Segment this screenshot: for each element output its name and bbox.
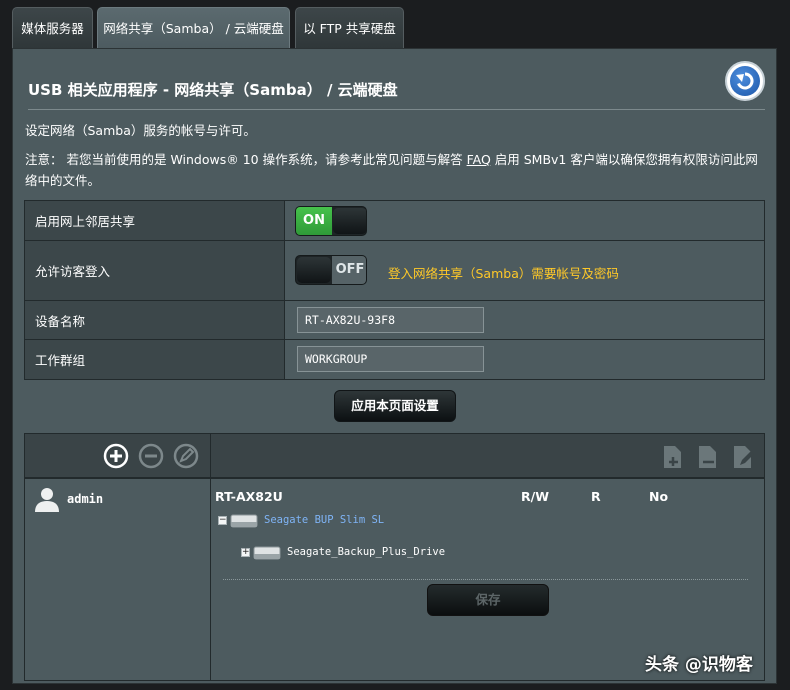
watermark-text: 头条 @识物客 <box>645 655 753 675</box>
device-name-label: 设备名称 <box>25 301 285 339</box>
network-neighborhood-label: 启用网上邻居共享 <box>25 201 285 240</box>
apply-button[interactable]: 应用本页面设置 <box>334 390 456 422</box>
device-name-header: RT-AX82U <box>215 489 283 504</box>
main-panel: USB 相关应用程序 - 网络共享（Samba） / 云端硬盘 设定网络（Sam… <box>12 48 777 684</box>
tab-samba[interactable]: 网络共享（Samba） / 云端硬盘 <box>97 7 290 48</box>
guest-login-label: 允许访客登入 <box>25 241 285 300</box>
expand-icon[interactable]: + <box>241 547 250 557</box>
network-neighborhood-toggle[interactable]: ON <box>295 206 367 236</box>
faq-link[interactable]: FAQ <box>467 152 491 167</box>
title-divider <box>28 109 765 110</box>
row-workgroup: 工作群组 WORKGROUP <box>25 340 764 379</box>
row-network-neighborhood: 启用网上邻居共享 ON <box>25 201 764 241</box>
dotted-divider <box>223 579 748 580</box>
page-title: USB 相关应用程序 - 网络共享（Samba） / 云端硬盘 <box>28 81 398 99</box>
page-description: 设定网络（Samba）服务的帐号与许可。 <box>25 123 256 138</box>
edit-icon[interactable] <box>173 443 199 469</box>
drive-icon <box>253 546 281 560</box>
column-divider <box>210 434 211 680</box>
share-panel: admin RT-AX82U R/W R No − Seagate BUP Sl… <box>24 433 765 681</box>
row-guest-login: 允许访客登入 OFF 登入网络共享（Samba）需要帐号及密码 <box>25 241 764 301</box>
toggle-off-label: OFF <box>332 256 366 284</box>
row-device-name: 设备名称 RT-AX82U-93F8 <box>25 301 764 340</box>
workgroup-input[interactable]: WORKGROUP <box>297 346 484 372</box>
guest-login-toggle[interactable]: OFF <box>295 255 367 285</box>
toggle-knob <box>297 257 331 283</box>
add-icon[interactable] <box>103 443 129 469</box>
tab-bar: 媒体服务器 网络共享（Samba） / 云端硬盘 以 FTP 共享硬盘 <box>0 0 790 48</box>
drive-name: Seagate BUP Slim SL <box>264 514 385 526</box>
drive-icon <box>230 514 258 528</box>
windows-note: 注意： 若您当前使用的是 Windows® 10 操作系统，请参考此常见问题与解… <box>25 149 770 191</box>
toggle-knob <box>333 208 366 234</box>
back-arrow-icon <box>730 66 760 96</box>
column-rw: R/W <box>521 489 549 504</box>
collapse-icon[interactable]: − <box>218 515 227 525</box>
share-toolbar <box>25 434 764 479</box>
workgroup-label: 工作群组 <box>25 340 285 379</box>
delete-folder-icon[interactable] <box>697 445 719 473</box>
device-name-input[interactable]: RT-AX82U-93F8 <box>297 307 484 333</box>
add-folder-icon[interactable] <box>662 445 684 473</box>
folder-name: Seagate_Backup_Plus_Drive <box>287 546 446 558</box>
tab-ftp[interactable]: 以 FTP 共享硬盘 <box>295 7 404 48</box>
column-r: R <box>591 489 601 504</box>
user-avatar-icon <box>35 488 59 512</box>
folder-item[interactable]: + Seagate_Backup_Plus_Drive <box>241 544 445 560</box>
user-item-admin[interactable]: admin <box>33 485 103 513</box>
guest-login-hint: 登入网络共享（Samba）需要帐号及密码 <box>388 266 619 281</box>
edit-folder-icon[interactable] <box>732 445 756 473</box>
drive-item[interactable]: − Seagate BUP Slim SL <box>218 512 384 528</box>
settings-table: 启用网上邻居共享 ON 允许访客登入 OFF 登入网络共享（Samba）需要帐号… <box>24 200 765 380</box>
remove-icon[interactable] <box>138 443 164 469</box>
back-button[interactable] <box>725 61 765 101</box>
save-button[interactable]: 保存 <box>427 584 549 616</box>
tab-media-server[interactable]: 媒体服务器 <box>12 7 93 48</box>
toggle-on-label: ON <box>296 207 332 235</box>
user-name: admin <box>67 492 104 506</box>
note-prefix: 注意： 若您当前使用的是 Windows® 10 操作系统，请参考此常见问题与解… <box>25 152 467 167</box>
column-no: No <box>649 489 669 504</box>
